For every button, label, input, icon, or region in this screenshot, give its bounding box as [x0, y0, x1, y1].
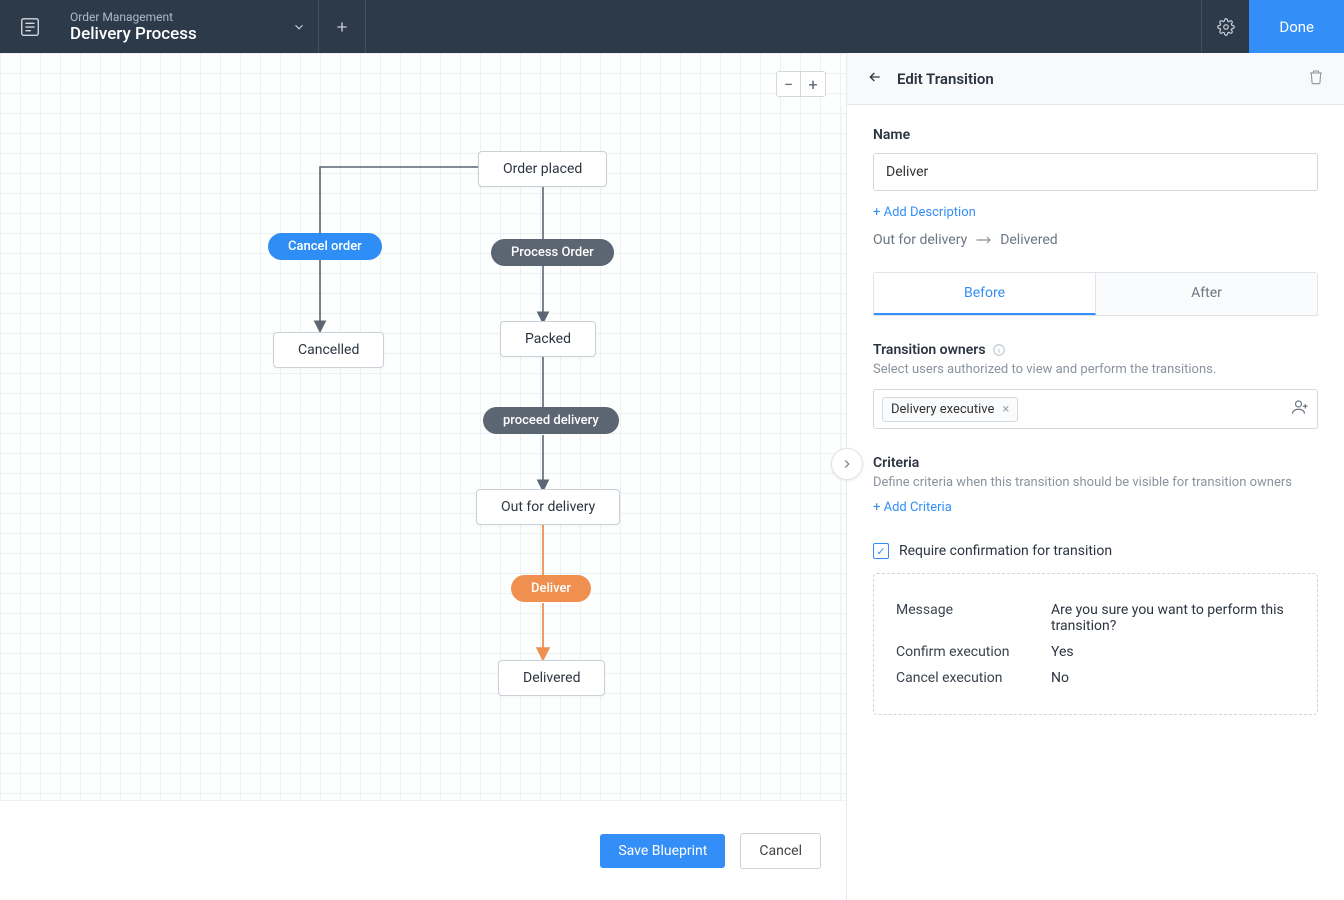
blueprint-canvas-wrap: Order placed Packed Out for delivery Del…: [0, 53, 847, 900]
criteria-subtext: Define criteria when this transition sho…: [873, 475, 1318, 490]
blueprint-canvas[interactable]: Order placed Packed Out for delivery Del…: [0, 53, 846, 800]
cancel-exec-value: No: [1051, 670, 1295, 686]
canvas-footer: Save Blueprint Cancel: [0, 800, 846, 900]
require-confirmation-row[interactable]: ✓ Require confirmation for transition: [873, 543, 1318, 559]
chip-remove-icon[interactable]: ×: [1002, 402, 1009, 417]
tab-after[interactable]: After: [1096, 273, 1317, 315]
name-label: Name: [873, 127, 1318, 143]
owners-subtext: Select users authorized to view and perf…: [873, 362, 1318, 377]
process-switch-dropdown[interactable]: [280, 0, 318, 53]
confirmation-block: Message Are you sure you want to perform…: [873, 573, 1318, 715]
add-criteria-link[interactable]: + Add Criteria: [873, 500, 952, 515]
path-from: Out for delivery: [873, 232, 967, 248]
transition-cancel-order[interactable]: Cancel order: [268, 233, 382, 260]
cancel-exec-key: Cancel execution: [896, 670, 1051, 686]
path-to: Delivered: [1000, 232, 1057, 248]
page-title: Delivery Process: [70, 24, 280, 44]
transition-path: Out for delivery Delivered: [873, 232, 1318, 248]
delete-icon[interactable]: [1308, 69, 1324, 89]
transition-deliver[interactable]: Deliver: [511, 575, 591, 602]
done-button[interactable]: Done: [1249, 0, 1344, 53]
zoom-out-button[interactable]: −: [777, 72, 801, 96]
confirm-message-value: Are you sure you want to perform this tr…: [1051, 602, 1295, 634]
app-icon: [0, 16, 60, 38]
criteria-section: Criteria Define criteria when this trans…: [873, 455, 1318, 515]
connectors: [0, 53, 846, 800]
back-icon[interactable]: [867, 69, 883, 89]
save-blueprint-button[interactable]: Save Blueprint: [600, 834, 725, 868]
transition-owners-section: Transition owners Select users authorize…: [873, 342, 1318, 429]
cancel-button[interactable]: Cancel: [740, 833, 821, 869]
tab-before[interactable]: Before: [874, 273, 1096, 315]
breadcrumb: Order Management: [70, 10, 280, 24]
confirm-exec-key: Confirm execution: [896, 644, 1051, 660]
edit-transition-panel: Edit Transition Name + Add Description O…: [847, 53, 1344, 900]
zoom-controls: − +: [776, 71, 826, 97]
panel-collapse-handle[interactable]: [831, 448, 863, 480]
assign-user-icon[interactable]: [1291, 398, 1309, 420]
add-process-button[interactable]: [318, 0, 366, 53]
transition-process-order[interactable]: Process Order: [491, 239, 614, 266]
confirm-message-key: Message: [896, 602, 1051, 634]
state-cancelled[interactable]: Cancelled: [273, 332, 384, 368]
transition-proceed-delivery[interactable]: proceed delivery: [483, 407, 619, 434]
owners-heading: Transition owners: [873, 342, 986, 358]
title-block: Order Management Delivery Process: [60, 4, 280, 50]
owner-chip: Delivery executive ×: [882, 397, 1018, 422]
topbar: Order Management Delivery Process Done: [0, 0, 1344, 53]
owner-chip-label: Delivery executive: [891, 402, 994, 417]
settings-button[interactable]: [1201, 0, 1249, 53]
add-description-link[interactable]: + Add Description: [873, 205, 976, 220]
panel-header: Edit Transition: [847, 53, 1344, 105]
owners-input[interactable]: Delivery executive ×: [873, 389, 1318, 429]
info-icon[interactable]: [992, 343, 1006, 357]
panel-tabs: Before After: [873, 272, 1318, 316]
confirm-exec-value: Yes: [1051, 644, 1295, 660]
zoom-in-button[interactable]: +: [801, 72, 825, 96]
criteria-heading: Criteria: [873, 455, 1318, 471]
state-delivered[interactable]: Delivered: [498, 660, 605, 696]
state-order-placed[interactable]: Order placed: [478, 151, 607, 187]
transition-name-input[interactable]: [873, 153, 1318, 191]
state-packed[interactable]: Packed: [500, 321, 596, 357]
arrow-right-icon: [975, 235, 993, 245]
require-confirmation-checkbox[interactable]: ✓: [873, 543, 889, 559]
require-confirmation-label: Require confirmation for transition: [899, 543, 1112, 559]
panel-title: Edit Transition: [897, 70, 1294, 88]
state-out-for-delivery[interactable]: Out for delivery: [476, 489, 620, 525]
